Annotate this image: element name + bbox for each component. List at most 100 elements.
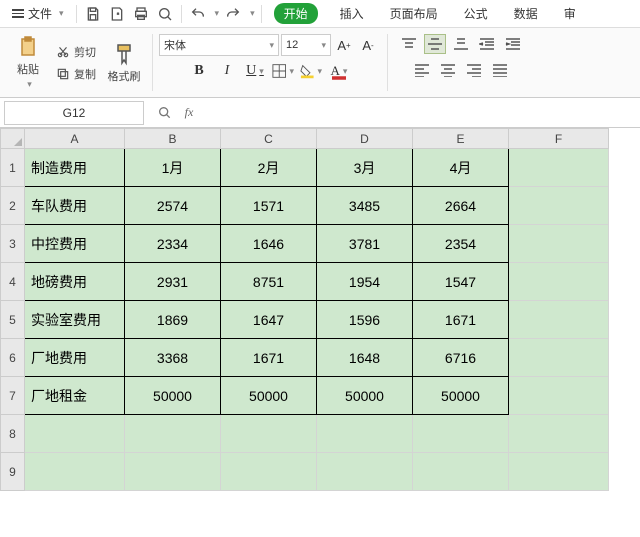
font-family-select[interactable]: 宋体 ▾	[159, 34, 279, 56]
cell[interactable]	[509, 225, 609, 263]
cell[interactable]: 中控费用	[25, 225, 125, 263]
cell[interactable]: 50000	[317, 377, 413, 415]
cell[interactable]: 3485	[317, 187, 413, 225]
cell[interactable]: 6716	[413, 339, 509, 377]
select-all-corner[interactable]	[1, 129, 25, 149]
cell[interactable]: 2354	[413, 225, 509, 263]
cell[interactable]: 50000	[221, 377, 317, 415]
save-icon[interactable]	[83, 4, 103, 24]
increase-indent-button[interactable]	[502, 34, 524, 54]
align-middle-button[interactable]	[424, 34, 446, 54]
cell[interactable]: 8751	[221, 263, 317, 301]
row-header[interactable]: 4	[1, 263, 25, 301]
underline-button[interactable]: U▾	[244, 60, 266, 82]
cell[interactable]	[413, 415, 509, 453]
align-bottom-button[interactable]	[450, 34, 472, 54]
paste-button[interactable]: 粘贴 ▾	[8, 34, 48, 92]
cell[interactable]	[509, 187, 609, 225]
row-header[interactable]: 1	[1, 149, 25, 187]
cell[interactable]: 1647	[221, 301, 317, 339]
undo-dropdown[interactable]: ▾	[215, 8, 220, 19]
print-icon[interactable]	[131, 4, 151, 24]
tab-formula[interactable]: 公式	[460, 3, 492, 24]
copy-button[interactable]: 复制	[52, 65, 100, 83]
col-header[interactable]: B	[125, 129, 221, 149]
save-as-icon[interactable]	[107, 4, 127, 24]
increase-font-button[interactable]: A+	[333, 34, 355, 56]
file-menu[interactable]: 文件 ▾	[6, 3, 70, 24]
cell[interactable]	[25, 453, 125, 491]
cell[interactable]	[221, 453, 317, 491]
cell[interactable]: 3781	[317, 225, 413, 263]
row-header[interactable]: 5	[1, 301, 25, 339]
row-header[interactable]: 6	[1, 339, 25, 377]
fill-color-button[interactable]: ▾	[300, 60, 322, 82]
spreadsheet-grid[interactable]: ABCDEF1制造费用1月2月3月4月2车队费用2574157134852664…	[0, 128, 609, 491]
cell[interactable]: 1954	[317, 263, 413, 301]
cell[interactable]: 3368	[125, 339, 221, 377]
redo-icon[interactable]	[223, 4, 243, 24]
cell[interactable]: 2月	[221, 149, 317, 187]
align-right-button[interactable]	[463, 60, 485, 80]
cell[interactable]	[509, 149, 609, 187]
cell[interactable]: 2664	[413, 187, 509, 225]
cell[interactable]	[509, 263, 609, 301]
cell[interactable]: 2334	[125, 225, 221, 263]
cell[interactable]: 1648	[317, 339, 413, 377]
format-painter-button[interactable]: 格式刷	[104, 34, 144, 92]
col-header[interactable]: F	[509, 129, 609, 149]
col-header[interactable]: A	[25, 129, 125, 149]
cell[interactable]: 厂地费用	[25, 339, 125, 377]
cell[interactable]	[509, 377, 609, 415]
tab-layout[interactable]: 页面布局	[386, 3, 442, 24]
cell[interactable]	[221, 415, 317, 453]
cell[interactable]	[509, 415, 609, 453]
cell[interactable]: 1596	[317, 301, 413, 339]
cell[interactable]: 1月	[125, 149, 221, 187]
cut-button[interactable]: 剪切	[52, 43, 100, 61]
cell[interactable]: 1646	[221, 225, 317, 263]
tab-start[interactable]: 开始	[274, 3, 318, 24]
cell[interactable]	[509, 339, 609, 377]
cell[interactable]	[125, 415, 221, 453]
col-header[interactable]: D	[317, 129, 413, 149]
cell[interactable]	[25, 415, 125, 453]
fx-icon[interactable]: fx	[180, 104, 198, 122]
tab-data[interactable]: 数据	[510, 3, 542, 24]
cell[interactable]: 3月	[317, 149, 413, 187]
cell[interactable]: 2574	[125, 187, 221, 225]
tab-review[interactable]: 审	[560, 3, 580, 24]
formula-input[interactable]	[204, 102, 632, 124]
tab-insert[interactable]: 插入	[336, 3, 368, 24]
cell[interactable]: 制造费用	[25, 149, 125, 187]
cell[interactable]: 1571	[221, 187, 317, 225]
redo-dropdown[interactable]: ▾	[250, 8, 255, 19]
cell[interactable]: 地磅费用	[25, 263, 125, 301]
bold-button[interactable]: B	[188, 60, 210, 82]
cell[interactable]	[413, 453, 509, 491]
col-header[interactable]: E	[413, 129, 509, 149]
undo-icon[interactable]	[188, 4, 208, 24]
cell[interactable]: 2931	[125, 263, 221, 301]
italic-button[interactable]: I	[216, 60, 238, 82]
decrease-indent-button[interactable]	[476, 34, 498, 54]
cell[interactable]	[125, 453, 221, 491]
align-center-button[interactable]	[437, 60, 459, 80]
cell[interactable]: 1547	[413, 263, 509, 301]
row-header[interactable]: 3	[1, 225, 25, 263]
cell[interactable]	[317, 415, 413, 453]
align-left-button[interactable]	[411, 60, 433, 80]
cell[interactable]	[509, 301, 609, 339]
cell[interactable]: 车队费用	[25, 187, 125, 225]
row-header[interactable]: 8	[1, 415, 25, 453]
cell[interactable]	[317, 453, 413, 491]
cell[interactable]: 1869	[125, 301, 221, 339]
row-header[interactable]: 2	[1, 187, 25, 225]
row-header[interactable]: 7	[1, 377, 25, 415]
cell[interactable]: 4月	[413, 149, 509, 187]
border-button[interactable]: ▾	[272, 60, 294, 82]
cell[interactable]: 1671	[413, 301, 509, 339]
align-top-button[interactable]	[398, 34, 420, 54]
justify-button[interactable]	[489, 60, 511, 80]
name-box[interactable]: G12	[4, 101, 144, 125]
